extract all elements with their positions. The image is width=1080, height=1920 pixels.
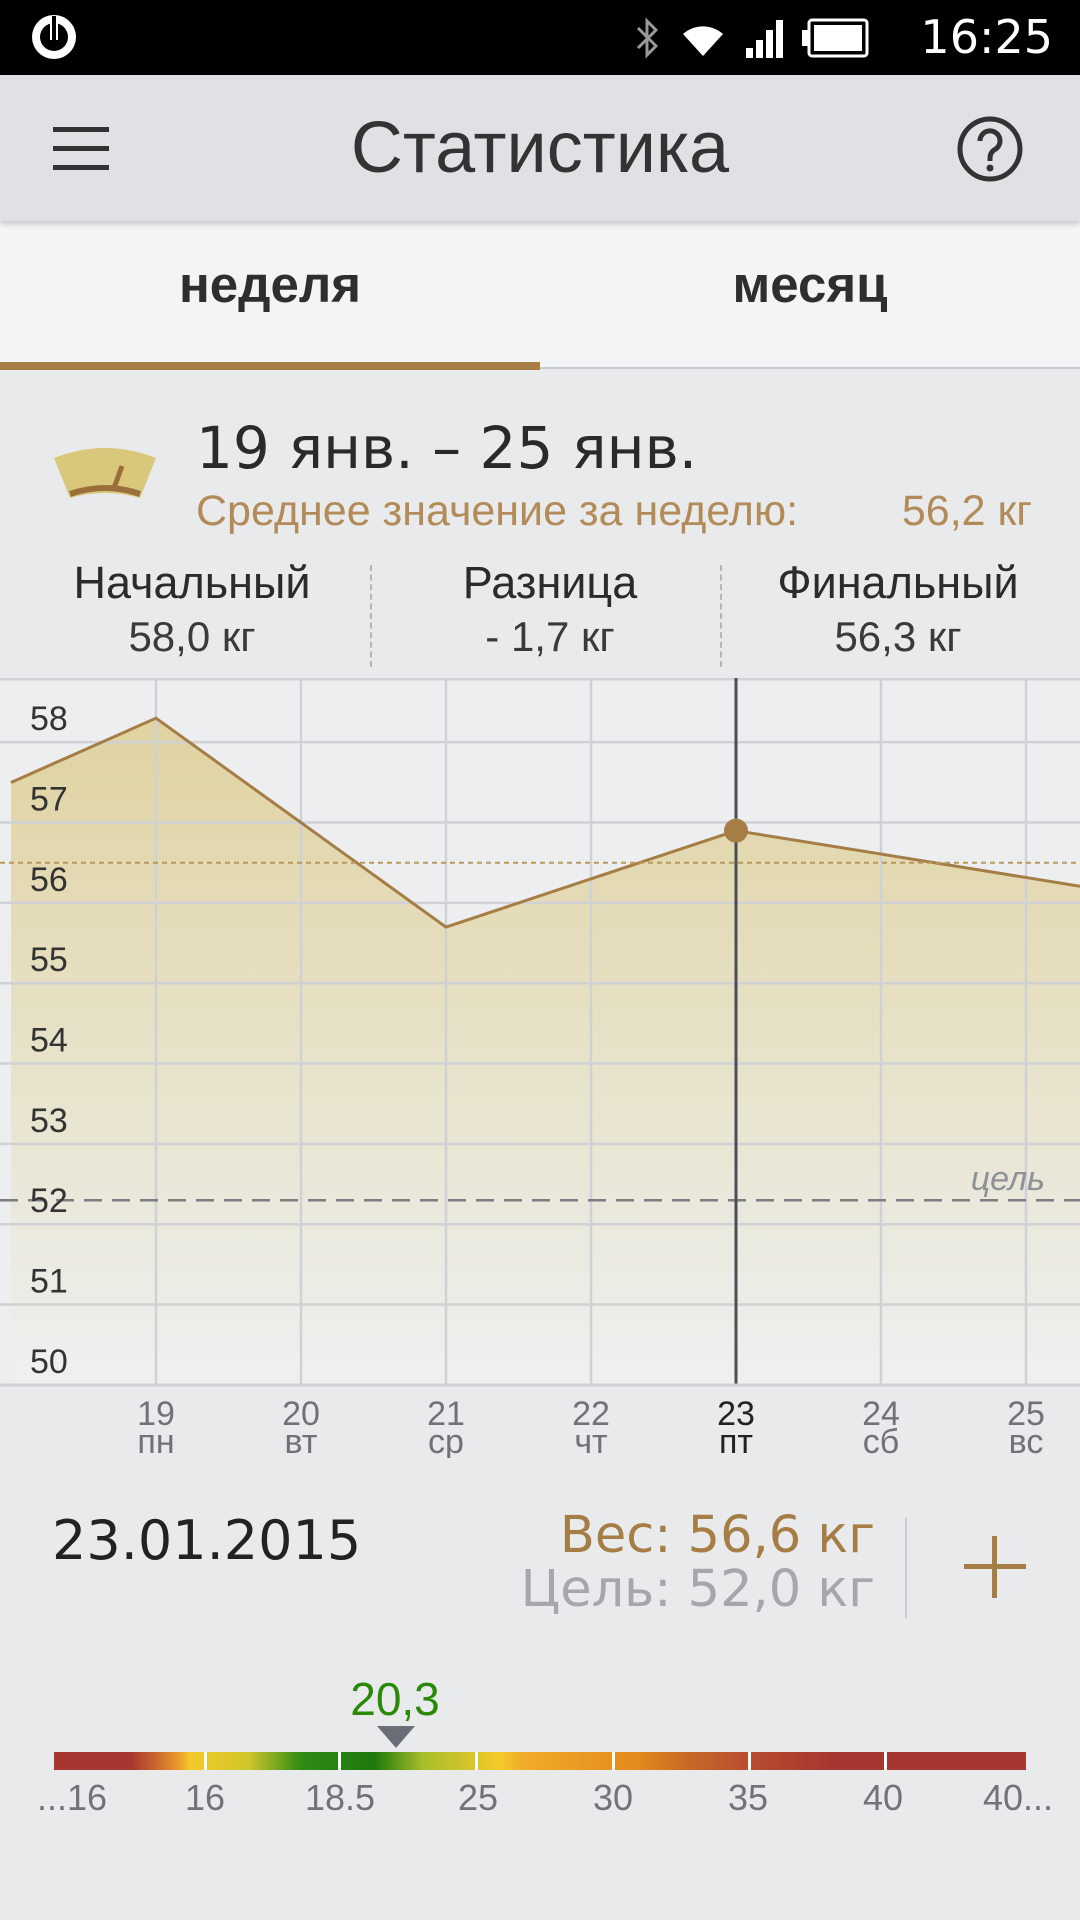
battery-icon bbox=[802, 18, 869, 58]
x-tick-weekday: чт bbox=[574, 1423, 607, 1458]
page-title: Статистика bbox=[350, 108, 730, 188]
period-tabs: неделя месяц bbox=[0, 221, 1080, 370]
average-label: Среднее значение за неделю: bbox=[196, 487, 799, 535]
y-tick-label: 51 bbox=[30, 1263, 68, 1301]
bmi-scale-label: 16 bbox=[184, 1777, 226, 1818]
start-weight: Начальный 58,0 кг bbox=[22, 556, 362, 664]
x-tick-weekday: пн bbox=[137, 1423, 174, 1458]
help-button[interactable] bbox=[956, 115, 1024, 183]
x-tick-weekday: ср bbox=[428, 1423, 464, 1458]
final-weight-value: 56,3 кг bbox=[834, 613, 962, 660]
selected-weight: Вес: 56,6 кг bbox=[559, 1506, 875, 1565]
bmi-tick bbox=[748, 1752, 751, 1770]
app-logo-icon bbox=[32, 15, 76, 59]
status-icons bbox=[632, 14, 870, 62]
status-time: 16:25 bbox=[920, 10, 1053, 64]
difference-value: - 1,7 кг bbox=[485, 613, 615, 660]
tab-month[interactable]: месяц bbox=[540, 211, 1080, 359]
y-tick-label: 58 bbox=[30, 700, 68, 738]
x-tick-weekday: сб bbox=[863, 1423, 899, 1458]
entry-divider bbox=[905, 1518, 907, 1618]
y-tick-label: 54 bbox=[30, 1022, 68, 1060]
y-tick-label: 52 bbox=[30, 1182, 68, 1220]
signal-icon bbox=[746, 20, 783, 58]
bmi-tick bbox=[338, 1752, 341, 1770]
plus-icon bbox=[964, 1536, 1026, 1598]
bmi-scale-label: 30 bbox=[592, 1777, 634, 1818]
bluetooth-icon bbox=[636, 17, 659, 59]
x-tick-weekday: вс bbox=[1009, 1423, 1044, 1458]
bmi-pointer-icon bbox=[377, 1726, 415, 1748]
bmi-scale-label: 40... bbox=[982, 1777, 1054, 1818]
bmi-scale-label: 25 bbox=[457, 1777, 499, 1818]
help-icon bbox=[957, 116, 1023, 182]
tab-indicator bbox=[0, 362, 540, 370]
add-entry-button[interactable] bbox=[960, 1532, 1030, 1602]
y-tick-label: 53 bbox=[30, 1102, 68, 1140]
bmi-scale-label: ...16 bbox=[36, 1777, 108, 1818]
weight-difference: Разница - 1,7 кг bbox=[380, 556, 720, 664]
app-bar: Статистика bbox=[0, 75, 1080, 221]
week-range: 19 янв. – 25 янв. bbox=[196, 414, 698, 482]
selected-point bbox=[724, 818, 748, 843]
wifi-icon bbox=[683, 26, 723, 56]
tab-divider bbox=[540, 367, 1080, 369]
bmi-tick bbox=[475, 1752, 478, 1770]
weight-chart[interactable]: цель58575655545352515019пн20вт21ср22чт23… bbox=[0, 678, 1080, 1458]
final-weight: Финальный 56,3 кг bbox=[728, 556, 1068, 664]
y-tick-label: 55 bbox=[30, 941, 68, 979]
final-weight-label: Финальный bbox=[777, 557, 1019, 608]
start-weight-value: 58,0 кг bbox=[128, 613, 256, 660]
bmi-scale-label: 18.5 bbox=[304, 1777, 376, 1818]
average-value: 56,2 кг bbox=[901, 487, 1032, 535]
scale-icon bbox=[54, 448, 156, 498]
bmi-tick bbox=[612, 1752, 615, 1770]
tab-week[interactable]: неделя bbox=[0, 211, 540, 359]
y-tick-label: 57 bbox=[30, 781, 68, 819]
bmi-value: 20,3 bbox=[350, 1673, 440, 1725]
summary-divider bbox=[370, 565, 372, 667]
difference-label: Разница bbox=[462, 557, 638, 608]
bmi-tick bbox=[884, 1752, 887, 1770]
goal-weight: Цель: 52,0 кг bbox=[520, 1560, 875, 1619]
y-tick-label: 50 bbox=[30, 1343, 68, 1381]
x-tick-weekday: пт bbox=[719, 1423, 753, 1458]
y-tick-label: 56 bbox=[30, 861, 68, 899]
x-tick-weekday: вт bbox=[285, 1423, 318, 1458]
bmi-scale-label: 40 bbox=[862, 1777, 904, 1818]
status-bar: 16:25 bbox=[0, 0, 1080, 75]
goal-label: цель bbox=[971, 1160, 1045, 1198]
summary-divider bbox=[720, 565, 722, 667]
bmi-scale-label: 35 bbox=[727, 1777, 769, 1818]
bmi-tick bbox=[204, 1752, 207, 1770]
selected-date: 23.01.2015 bbox=[52, 1509, 362, 1572]
bmi-scale bbox=[54, 1752, 1026, 1770]
start-weight-label: Начальный bbox=[73, 557, 311, 608]
